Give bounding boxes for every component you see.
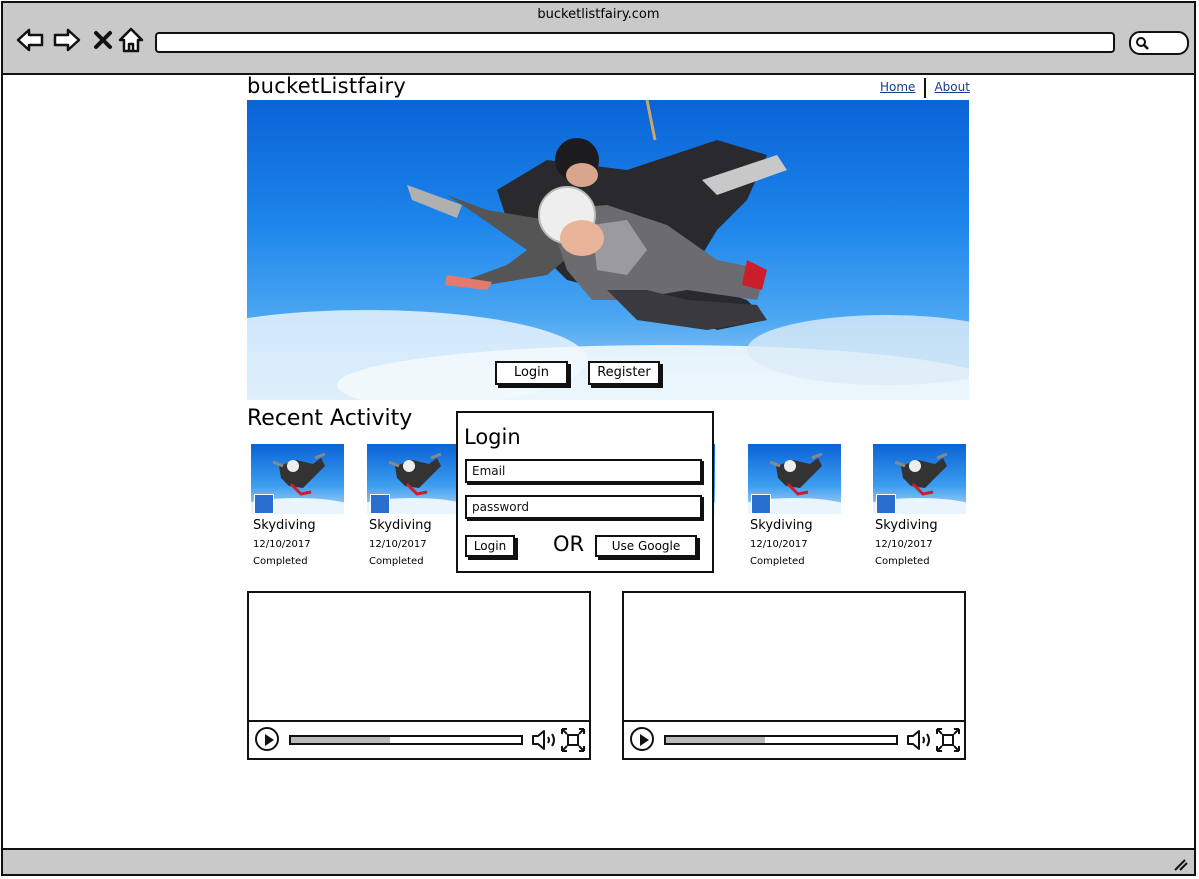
activity-date: 12/10/2017 bbox=[750, 539, 808, 550]
activity-status: Completed bbox=[369, 556, 424, 567]
activity-thumbnail bbox=[367, 444, 460, 514]
activity-status: Completed bbox=[750, 556, 805, 567]
back-icon[interactable] bbox=[15, 25, 45, 55]
login-submit-button[interactable]: Login bbox=[465, 535, 515, 557]
activity-name: Skydiving bbox=[750, 518, 813, 533]
activity-thumbnail bbox=[748, 444, 841, 514]
activity-date: 12/10/2017 bbox=[253, 539, 311, 550]
video-player[interactable] bbox=[622, 591, 966, 760]
or-separator: OR bbox=[553, 532, 585, 556]
volume-icon[interactable] bbox=[531, 728, 559, 752]
search-icon bbox=[1136, 37, 1149, 50]
activity-thumbnail bbox=[251, 444, 344, 514]
activity-card[interactable]: Skydiving 12/10/2017 Completed bbox=[873, 444, 967, 567]
close-icon[interactable] bbox=[88, 25, 118, 55]
activity-date: 12/10/2017 bbox=[875, 539, 933, 550]
browser-toolbar: bucketlistfairy.com bbox=[3, 3, 1194, 75]
video-progress[interactable] bbox=[664, 735, 898, 745]
window-title: bucketlistfairy.com bbox=[537, 7, 660, 22]
hero-image: Login Register bbox=[247, 100, 969, 400]
login-dialog: Login Email password Login OR Use Google bbox=[456, 411, 714, 573]
browser-search[interactable] bbox=[1129, 31, 1189, 55]
email-field[interactable]: Email bbox=[465, 459, 702, 483]
video-progress-fill bbox=[291, 737, 390, 743]
play-icon[interactable] bbox=[255, 727, 279, 751]
status-bar bbox=[3, 848, 1194, 874]
activity-badge-icon bbox=[370, 494, 390, 514]
video-progress[interactable] bbox=[289, 735, 523, 745]
recent-activity-title: Recent Activity bbox=[247, 406, 413, 431]
activity-card[interactable]: Skydiving 12/10/2017 Completed bbox=[367, 444, 461, 567]
login-dialog-title: Login bbox=[464, 425, 521, 449]
activity-name: Skydiving bbox=[875, 518, 938, 533]
play-icon[interactable] bbox=[630, 727, 654, 751]
address-bar[interactable] bbox=[155, 32, 1115, 53]
activity-badge-icon bbox=[876, 494, 896, 514]
activity-status: Completed bbox=[875, 556, 930, 567]
skydivers-illustration bbox=[247, 100, 969, 400]
video-controls bbox=[624, 720, 964, 758]
top-nav: Home About bbox=[880, 78, 970, 98]
activity-card[interactable]: Skydiving 12/10/2017 Completed bbox=[748, 444, 842, 567]
video-controls bbox=[249, 720, 589, 758]
activity-name: Skydiving bbox=[369, 518, 432, 533]
home-icon[interactable] bbox=[116, 25, 146, 55]
volume-icon[interactable] bbox=[906, 728, 934, 752]
nav-home-link[interactable]: Home bbox=[880, 80, 915, 98]
hero-login-button[interactable]: Login bbox=[495, 361, 568, 385]
password-field[interactable]: password bbox=[465, 495, 702, 519]
activity-name: Skydiving bbox=[253, 518, 316, 533]
activity-badge-icon bbox=[254, 494, 274, 514]
brand-logo[interactable]: bucketListfairy bbox=[247, 74, 406, 98]
activity-thumbnail bbox=[873, 444, 966, 514]
resize-grip-icon[interactable] bbox=[1172, 857, 1188, 871]
activity-date: 12/10/2017 bbox=[369, 539, 427, 550]
fullscreen-icon[interactable] bbox=[561, 728, 585, 752]
fullscreen-icon[interactable] bbox=[936, 728, 960, 752]
google-login-button[interactable]: Use Google bbox=[595, 535, 697, 557]
video-player[interactable] bbox=[247, 591, 591, 760]
hero-register-button[interactable]: Register bbox=[588, 361, 660, 385]
nav-divider bbox=[924, 78, 927, 98]
forward-icon[interactable] bbox=[52, 25, 82, 55]
nav-about-link[interactable]: About bbox=[934, 80, 969, 98]
activity-card[interactable]: Skydiving 12/10/2017 Completed bbox=[251, 444, 345, 567]
activity-badge-icon bbox=[751, 494, 771, 514]
activity-status: Completed bbox=[253, 556, 308, 567]
video-progress-fill bbox=[666, 737, 765, 743]
